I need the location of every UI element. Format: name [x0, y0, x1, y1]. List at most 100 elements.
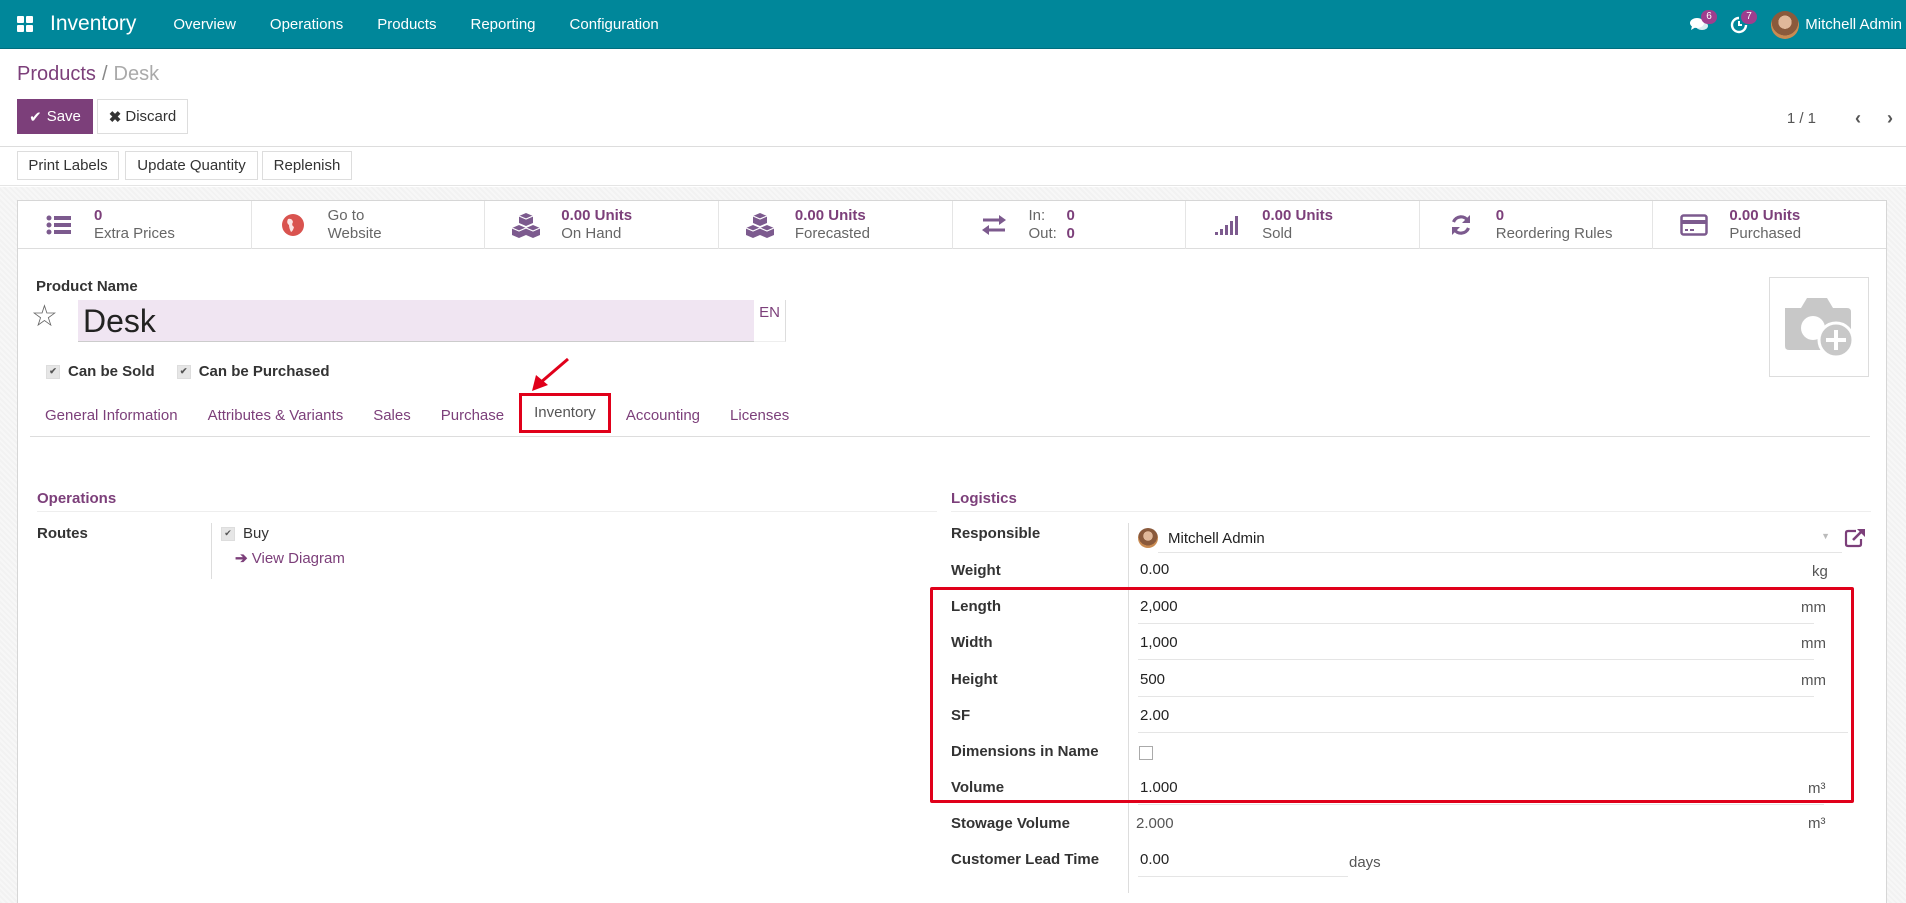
user-avatar — [1771, 10, 1800, 39]
smart-value: 0.00 Units — [794, 207, 866, 224]
smart-button-sold[interactable]: 0.00 Units Sold — [1186, 201, 1420, 249]
weight-label: Weight — [951, 562, 1001, 579]
smart-button-website[interactable]: Go to Website — [252, 201, 486, 249]
length-input[interactable]: 2,000 — [1138, 598, 1814, 624]
height-label: Height — [951, 671, 998, 688]
tab-general-information[interactable]: General Information — [30, 395, 193, 437]
smart-button-in-out[interactable]: In: 0 Out: 0 — [953, 201, 1187, 249]
smart-value: 0.00 Units — [1262, 207, 1333, 224]
save-button[interactable]: ✔ Save — [17, 99, 93, 134]
smart-buttons: 0 Extra Prices Go to Website 0.00 Units On … — [18, 201, 1886, 249]
smart-value: Go to — [327, 207, 365, 224]
update-quantity-button[interactable]: Update Quantity — [125, 151, 258, 180]
menu-reporting[interactable]: Reporting — [453, 0, 552, 49]
messages-button[interactable]: 6 — [1679, 0, 1719, 49]
dropdown-caret-icon[interactable]: ▼ — [1821, 531, 1830, 541]
menu-operations[interactable]: Operations — [253, 0, 360, 49]
group-divider — [37, 511, 937, 512]
check-icon: ✔ — [29, 108, 42, 126]
route-buy: ✔ Buy — [221, 525, 269, 542]
cubes-icon — [745, 210, 775, 240]
notebook-tabs: General Information Attributes & Variant… — [30, 393, 1870, 437]
tab-inventory[interactable]: Inventory — [519, 393, 611, 433]
customer-lead-time-input[interactable]: 0.00 — [1138, 851, 1348, 877]
user-name: Mitchell Admin — [1805, 16, 1902, 33]
smart-button-purchased[interactable]: 0.00 Units Purchased — [1653, 201, 1886, 249]
activities-button[interactable]: 7 — [1719, 0, 1759, 49]
out-label: Out: — [1028, 225, 1057, 242]
smart-button-extra-prices[interactable]: 0 Extra Prices — [18, 201, 252, 249]
tab-sales[interactable]: Sales — [358, 395, 426, 437]
responsible-value: Mitchell Admin — [1168, 529, 1265, 547]
pager-next-icon[interactable]: › — [1874, 108, 1906, 129]
stowage-volume-unit: m³ — [1808, 815, 1826, 832]
close-icon: ✖ — [108, 108, 122, 126]
logistics-group-title: Logistics — [951, 490, 1017, 507]
favorite-star-icon[interactable]: ☆ — [31, 299, 58, 334]
smart-value: 0.00 Units — [1729, 207, 1801, 224]
can-be-purchased-label: Can be Purchased — [198, 363, 330, 380]
smart-button-on-hand[interactable]: 0.00 Units On Hand — [485, 201, 719, 249]
app-name[interactable]: Inventory — [50, 12, 136, 36]
can-be-sold-label: Can be Sold — [68, 363, 155, 380]
form-sheet: 0 Extra Prices Go to Website 0.00 Units On … — [17, 200, 1887, 903]
action-bar: Print Labels Update Quantity Replenish — [0, 148, 1906, 186]
top-navbar: Inventory Overview Operations Products R… — [0, 0, 1906, 49]
smart-label: On Hand — [561, 225, 622, 242]
tab-licenses[interactable]: Licenses — [715, 395, 804, 437]
print-labels-button[interactable]: Print Labels — [17, 151, 119, 180]
height-input[interactable]: 500 — [1138, 671, 1814, 697]
smart-value: 0 — [94, 207, 103, 224]
tab-purchase[interactable]: Purchase — [426, 395, 519, 437]
credit-card-icon — [1679, 210, 1709, 240]
route-buy-checkbox[interactable]: ✔ — [221, 526, 235, 541]
sf-input[interactable]: 2.00 — [1138, 707, 1848, 733]
menu-overview[interactable]: Overview — [156, 0, 253, 49]
pager-value[interactable]: 1 / 1 — [1787, 110, 1816, 127]
responsible-field[interactable]: Mitchell Admin ▼ — [1138, 523, 1842, 553]
product-name-input[interactable]: Desk — [78, 300, 754, 342]
responsible-avatar — [1138, 528, 1158, 548]
breadcrumb-products[interactable]: Products — [17, 63, 96, 85]
pager-previous-icon[interactable]: ‹ — [1842, 108, 1874, 129]
activities-badge: 7 — [1741, 10, 1757, 24]
can-be-sold-checkbox[interactable]: ✔ — [46, 364, 60, 379]
discard-button[interactable]: ✖ Discard — [97, 99, 188, 134]
view-diagram-label: View Diagram — [251, 550, 345, 567]
replenish-button[interactable]: Replenish — [262, 151, 352, 180]
smart-label: Website — [327, 225, 382, 242]
can-be-purchased-checkbox[interactable]: ✔ — [176, 364, 191, 379]
width-unit: mm — [1801, 635, 1826, 652]
smart-label: Reordering Rules — [1495, 225, 1613, 242]
dimensions-in-name-checkbox[interactable] — [1139, 746, 1153, 760]
smart-value: 0.00 Units — [561, 207, 633, 224]
apps-menu-icon[interactable] — [0, 0, 50, 49]
product-flags: ✔ Can be Sold ✔ Can be Purchased — [46, 363, 330, 380]
field-divider — [211, 523, 212, 579]
operations-group-title: Operations — [37, 490, 117, 507]
width-input[interactable]: 1,000 — [1138, 634, 1814, 660]
tab-accounting[interactable]: Accounting — [611, 395, 715, 437]
volume-label: Volume — [951, 779, 1005, 796]
smart-value: 0 — [1495, 207, 1505, 224]
product-image-upload[interactable] — [1769, 277, 1869, 377]
user-menu[interactable]: Mitchell Admin — [1759, 10, 1906, 39]
smart-label: Forecasted — [794, 225, 870, 242]
length-label: Length — [951, 598, 1001, 615]
language-button[interactable]: EN — [754, 300, 786, 342]
tab-attributes-variants[interactable]: Attributes & Variants — [193, 395, 359, 437]
smart-button-reordering-rules[interactable]: 0 Reordering Rules — [1420, 201, 1654, 249]
external-link-icon[interactable] — [1844, 528, 1866, 548]
view-diagram-link[interactable]: ➔ View Diagram — [235, 549, 345, 567]
smart-label: Purchased — [1729, 225, 1802, 242]
smart-button-forecasted[interactable]: 0.00 Units Forecasted — [719, 201, 953, 249]
width-label: Width — [951, 634, 993, 651]
group-divider — [951, 511, 1871, 512]
volume-input[interactable]: 1.000 — [1138, 779, 1824, 805]
length-unit: mm — [1801, 599, 1826, 616]
menu-products[interactable]: Products — [360, 0, 453, 49]
arrow-right-icon: ➔ — [235, 550, 248, 567]
sf-label: SF — [951, 707, 971, 724]
weight-input[interactable]: 0.00 — [1138, 561, 1838, 587]
menu-configuration[interactable]: Configuration — [553, 0, 676, 49]
